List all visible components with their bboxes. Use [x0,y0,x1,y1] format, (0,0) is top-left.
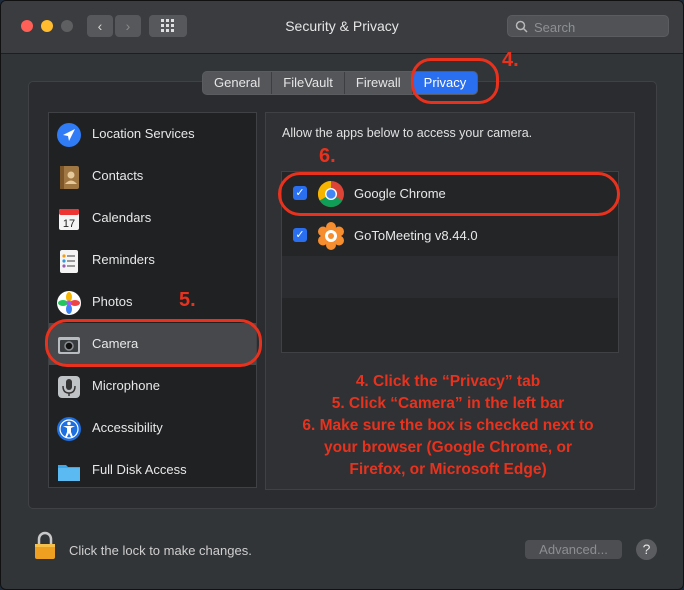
sidebar-item-accessibility[interactable]: Accessibility [49,407,256,449]
search-input[interactable] [532,18,666,36]
instruction-line: 6. Make sure the box is checked next to [302,417,594,434]
annotation-step-6: 6. [319,145,336,167]
accessibility-icon [57,417,81,441]
empty-row [282,298,618,340]
reminders-list-icon [60,250,78,273]
app-label: GoToMeeting v8.44.0 [354,228,478,243]
list-item-gotomeeting: ✓ GoToMeeting v8.44.0 [282,214,618,256]
annotation-instructions: 4. Click the “Privacy” tab 5. Click “Cam… [263,371,633,481]
security-privacy-window: ‹ › Security & Privacy General FileVault… [0,0,684,590]
photos-pinwheel-icon [57,291,81,315]
instruction-line: Firefox, or Microsoft Edge) [349,461,547,478]
svg-text:17: 17 [63,218,75,230]
sidebar-item-label: Accessibility [92,420,163,435]
empty-row [282,256,618,298]
instruction-line: 4. Click the “Privacy” tab [355,373,541,390]
sidebar-item-full-disk-access[interactable]: Full Disk Access [49,449,256,491]
sidebar-item-location-services[interactable]: Location Services [49,113,256,155]
privacy-sidebar: Location Services Contacts 17 Calendars [48,112,257,488]
sidebar-item-microphone[interactable]: Microphone [49,365,256,407]
lock-icon[interactable] [33,531,57,561]
annotation-circle-privacy-tab [411,58,499,104]
advanced-button[interactable]: Advanced... [525,540,622,559]
sidebar-item-calendars[interactable]: 17 Calendars [49,197,256,239]
instruction-line: your browser (Google Chrome, or [323,439,573,456]
sidebar-item-label: Microphone [92,378,160,393]
search-icon [515,20,528,33]
sidebar-item-reminders[interactable]: Reminders [49,239,256,281]
sidebar-item-label: Full Disk Access [92,462,187,477]
tab-filevault[interactable]: FileVault [272,72,345,94]
calendar-icon: 17 [59,209,79,230]
help-button[interactable]: ? [636,539,657,560]
title-bar: ‹ › Security & Privacy [1,1,683,54]
tab-general[interactable]: General [203,72,273,94]
lock-status-text: Click the lock to make changes. [69,543,252,558]
annotation-step-5: 5. [179,289,196,311]
search-box[interactable] [507,15,669,37]
location-arrow-icon [57,123,81,147]
annotation-circle-chrome [278,172,620,216]
sidebar-item-contacts[interactable]: Contacts [49,155,256,197]
sidebar-item-label: Reminders [92,252,155,267]
sidebar-item-label: Contacts [92,168,144,183]
sidebar-item-label: Location Services [92,126,195,141]
instruction-line: 5. Click “Camera” in the left bar [331,395,565,412]
sidebar-item-label: Calendars [92,210,152,225]
annotation-circle-camera [45,319,262,367]
sidebar-item-label: Photos [92,294,133,309]
microphone-icon [58,376,80,398]
folder-icon [58,465,80,481]
contacts-book-icon [60,166,79,189]
annotation-step-4: 4. [502,49,519,71]
sidebar-item-photos[interactable]: Photos [49,281,256,323]
gotomeeting-checkbox[interactable]: ✓ [293,228,307,242]
gotomeeting-icon [318,222,344,250]
permission-instruction: Allow the apps below to access your came… [282,126,533,140]
tab-firewall[interactable]: Firewall [345,72,413,94]
